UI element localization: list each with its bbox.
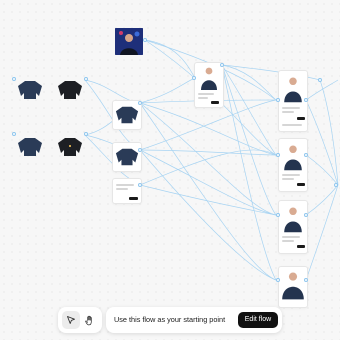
flow-prompt-bar: Use this flow as your starting point Edi… [106,307,282,333]
text-line [198,93,214,95]
connection-port[interactable] [84,77,88,81]
bottom-toolbar: Use this flow as your starting point Edi… [58,306,282,334]
text-line [282,240,294,242]
text-line [198,97,208,99]
card-button[interactable] [297,183,305,186]
connection-port[interactable] [138,148,142,152]
text-line [116,184,134,186]
product-node[interactable] [54,135,86,163]
connection-port[interactable] [12,132,16,136]
connection-port[interactable] [143,38,147,42]
connection-port[interactable] [318,78,322,82]
product-card[interactable] [112,100,142,130]
connection-port[interactable] [84,132,88,136]
text-line [282,111,294,113]
product-node[interactable] [14,135,46,163]
connection-port[interactable] [304,278,308,282]
cursor-icon [67,316,75,324]
select-tool-button[interactable] [62,311,80,329]
text-line [116,188,128,190]
text-card[interactable] [112,178,142,204]
text-line [282,236,300,238]
sweater-image [58,138,82,156]
connection-port[interactable] [304,153,308,157]
sweater-image [115,106,139,124]
product-page-card[interactable] [278,138,308,192]
card-button[interactable] [211,101,219,104]
person-image [284,77,302,103]
edit-flow-button[interactable]: Edit flow [238,312,278,328]
hand-tool-button[interactable] [80,311,98,329]
connection-port[interactable] [304,98,308,102]
card-button[interactable] [129,197,138,200]
text-line [282,107,300,109]
connection-port[interactable] [276,278,280,282]
connection-port[interactable] [276,98,280,102]
text-line [282,174,300,176]
connection-port[interactable] [276,213,280,217]
person-image [115,28,143,55]
connection-port[interactable] [334,183,338,187]
sweater-image [18,138,42,156]
tool-group [58,307,102,333]
text-line [282,178,294,180]
flow-canvas[interactable] [0,0,340,340]
card-button[interactable] [297,245,305,248]
person-image [284,207,302,233]
sweater-image [18,81,42,99]
sweater-image [58,81,82,99]
product-card[interactable] [112,142,142,172]
person-image [284,145,302,171]
connection-port[interactable] [304,213,308,217]
person-image [282,272,304,300]
sweater-image [115,148,139,166]
connection-port[interactable] [138,101,142,105]
connection-port[interactable] [220,63,224,67]
product-page-card[interactable] [278,266,308,308]
product-node[interactable] [14,78,46,106]
hand-icon [84,315,92,325]
portrait-image[interactable] [115,28,143,55]
product-page-card[interactable] [194,62,224,108]
person-image [201,67,217,90]
connection-port[interactable] [276,153,280,157]
flow-prompt-text: Use this flow as your starting point [114,315,226,324]
connection-port[interactable] [12,77,16,81]
product-node[interactable] [54,78,86,106]
card-button[interactable] [297,117,305,120]
connection-port[interactable] [138,183,142,187]
text-line [282,124,302,126]
connection-port[interactable] [192,76,196,80]
product-page-card[interactable] [278,200,308,254]
